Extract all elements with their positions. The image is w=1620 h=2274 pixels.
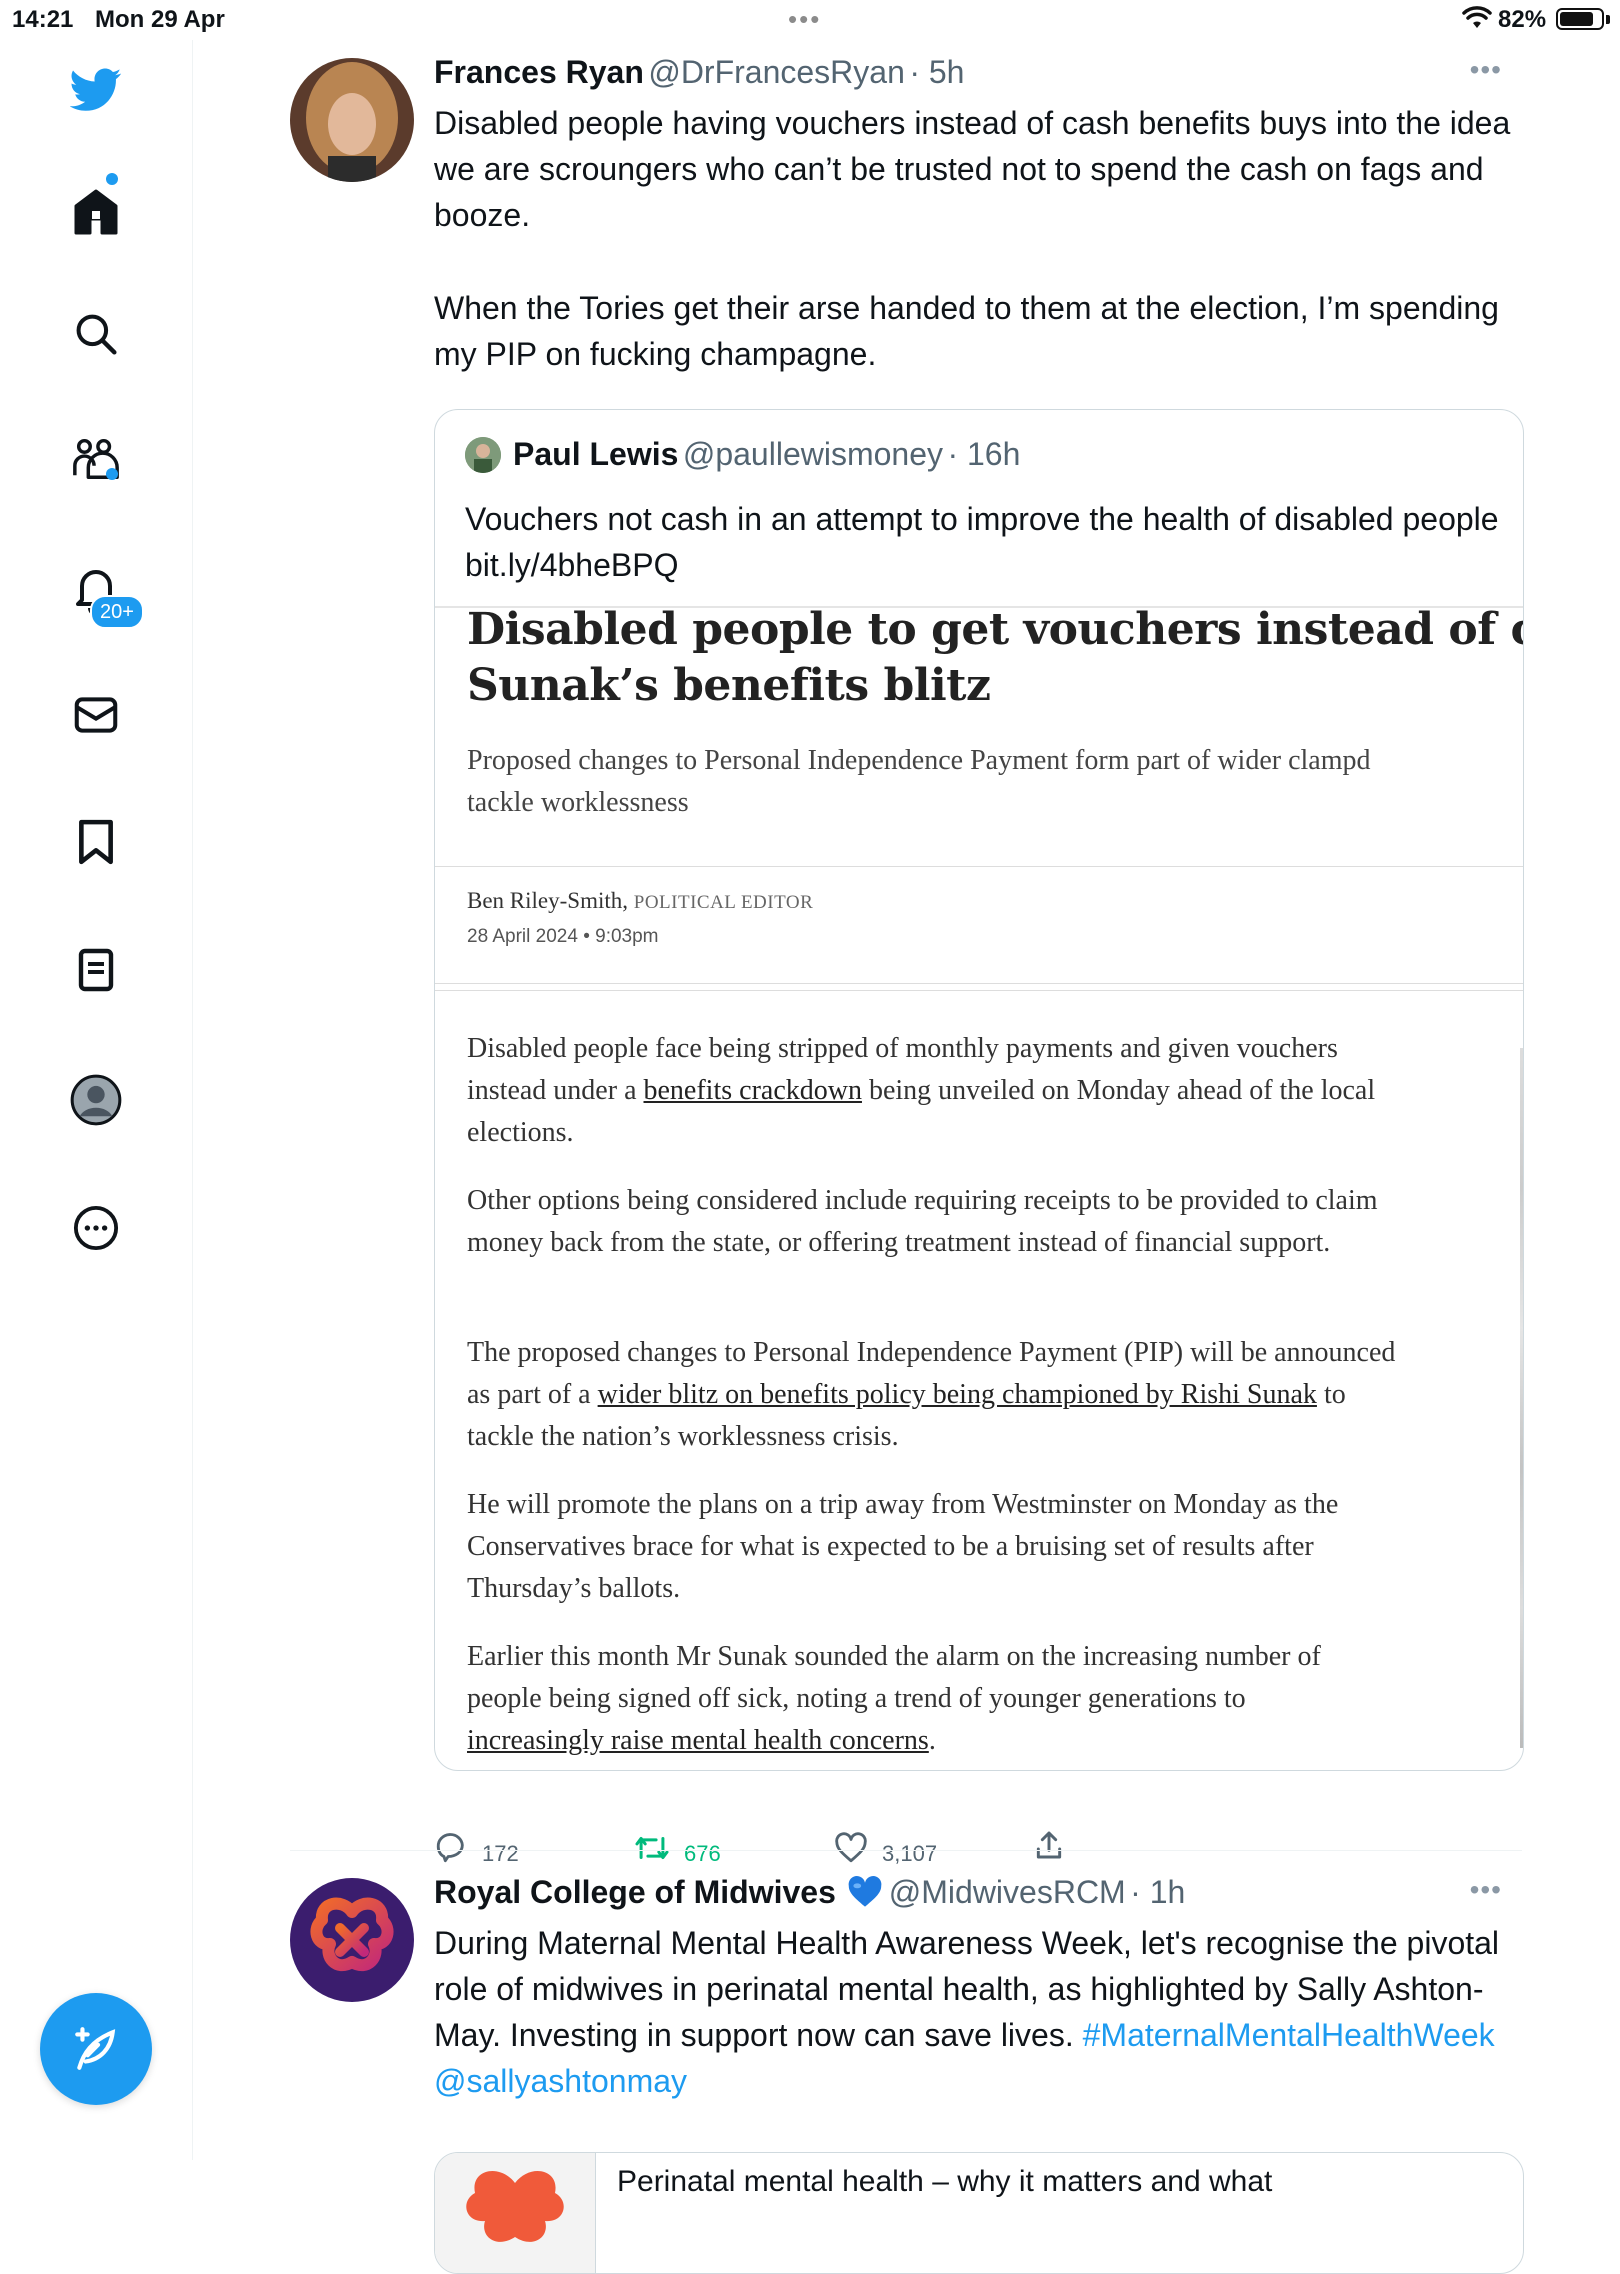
mention-link[interactable]: @sallyashtonmay bbox=[434, 2063, 687, 2099]
quote-time[interactable]: · 16h bbox=[947, 436, 1020, 473]
like-button[interactable]: 3,107 bbox=[834, 1829, 937, 1867]
article-text: Earlier this month Mr Sunak sounded the … bbox=[467, 1641, 1321, 1714]
reply-icon bbox=[436, 1833, 464, 1863]
article-author: Ben Riley-Smith, bbox=[467, 888, 628, 913]
author-name[interactable]: Frances Ryan bbox=[434, 54, 644, 90]
sidebar-nav: 20+ bbox=[0, 40, 193, 2160]
tweet-text-p1: Disabled people having vouchers instead … bbox=[434, 105, 1511, 233]
author-handle[interactable]: @MidwivesRCM bbox=[889, 1874, 1126, 1910]
article-edge-strip bbox=[1520, 1048, 1523, 1748]
tweet-time[interactable]: · 1h bbox=[1130, 1874, 1185, 1910]
tweet-time[interactable]: · 5h bbox=[909, 54, 964, 90]
article-author-role: POLITICAL EDITOR bbox=[633, 892, 814, 913]
twitter-bird-icon[interactable] bbox=[66, 60, 126, 120]
article-subtitle-line2: tackle worklessness bbox=[467, 787, 689, 818]
home-notification-dot bbox=[106, 173, 118, 185]
retweet-count: 676 bbox=[684, 1841, 721, 1866]
quote-author-name[interactable]: Paul Lewis bbox=[513, 436, 678, 473]
article-subtitle: Proposed changes to Personal Independenc… bbox=[467, 740, 1371, 824]
article-date: 28 April 2024 • 9:03pm bbox=[467, 926, 659, 947]
quote-author-handle[interactable]: @paullewismoney bbox=[683, 436, 943, 473]
tweet-more-icon[interactable]: ••• bbox=[1470, 54, 1502, 86]
compose-tweet-button[interactable] bbox=[40, 1993, 152, 2105]
tweet-actions: 172 676 3,107 bbox=[434, 1829, 1434, 1869]
tweet-divider bbox=[290, 1850, 1522, 1851]
divider bbox=[435, 866, 1523, 867]
battery-percent: 82% bbox=[1498, 6, 1547, 33]
article-paragraph: Disabled people face being stripped of m… bbox=[467, 1028, 1387, 1154]
article-link: benefits crackdown bbox=[643, 1075, 862, 1106]
avatar[interactable] bbox=[290, 1878, 414, 2002]
link-card-title: Perinatal mental health – why it matters… bbox=[617, 2165, 1273, 2198]
article-text: . bbox=[928, 1725, 936, 1756]
wifi-icon bbox=[1462, 6, 1492, 28]
tweet-header: Royal College of Midwives @MidwivesRCM ·… bbox=[434, 1874, 1185, 1911]
reply-button[interactable]: 172 bbox=[434, 1829, 519, 1867]
search-icon[interactable] bbox=[66, 304, 126, 364]
share-button[interactable] bbox=[1034, 1829, 1064, 1861]
author-name[interactable]: Royal College of Midwives bbox=[434, 1874, 836, 1910]
like-count: 3,107 bbox=[882, 1841, 938, 1866]
tweet-text: During Maternal Mental Health Awareness … bbox=[434, 1920, 1514, 2104]
link-card-thumbnail bbox=[435, 2153, 596, 2273]
profile-icon[interactable] bbox=[66, 1070, 126, 1130]
notifications-badge: 20+ bbox=[90, 595, 144, 629]
tweet-more-icon[interactable]: ••• bbox=[1470, 1874, 1502, 1906]
article-title-line2: Sunak’s benefits blitz bbox=[467, 660, 991, 711]
battery-icon bbox=[1556, 8, 1604, 30]
multitasking-dots-icon[interactable]: ••• bbox=[788, 4, 821, 35]
messages-icon[interactable] bbox=[66, 685, 126, 745]
article-link: wider blitz on benefits policy being cha… bbox=[597, 1379, 1317, 1410]
article-byline: Ben Riley-Smith, POLITICAL EDITOR bbox=[467, 888, 813, 914]
status-time: 14:21 bbox=[12, 6, 74, 33]
article-title-line1: Disabled people to get vouchers instead … bbox=[467, 604, 1523, 655]
quote-avatar[interactable] bbox=[465, 436, 501, 473]
compose-feather-icon bbox=[75, 2027, 116, 2070]
share-icon bbox=[1036, 1831, 1062, 1859]
quote-header: Paul Lewis @paullewismoney · 16h bbox=[465, 436, 1020, 473]
article-link: increasingly raise mental health concern… bbox=[467, 1725, 929, 1756]
communities-notification-dot bbox=[106, 468, 118, 480]
retweet-button[interactable]: 676 bbox=[634, 1829, 721, 1867]
quoted-tweet[interactable]: Paul Lewis @paullewismoney · 16h Voucher… bbox=[434, 409, 1524, 1771]
article-paragraph: Other options being considered include r… bbox=[467, 1185, 1378, 1258]
status-date: Mon 29 Apr bbox=[95, 6, 225, 33]
avatar[interactable] bbox=[290, 58, 414, 182]
article-screenshot: Disabled people to get vouchers instead … bbox=[435, 604, 1523, 1770]
tweet[interactable]: Royal College of Midwives @MidwivesRCM ·… bbox=[290, 1874, 1524, 2274]
divider bbox=[435, 990, 1523, 991]
heart-icon bbox=[835, 1832, 867, 1863]
hashtag-link[interactable]: #MaternalMentalHealthWeek bbox=[1083, 2017, 1495, 2053]
link-card[interactable]: Perinatal mental health – why it matters… bbox=[434, 2152, 1524, 2274]
tweet-header: Frances Ryan @DrFrancesRyan · 5h bbox=[434, 54, 964, 91]
retweet-icon bbox=[635, 1836, 669, 1860]
article-paragraph: Earlier this month Mr Sunak sounded the … bbox=[467, 1636, 1387, 1762]
divider bbox=[435, 983, 1523, 984]
blue-heart-icon bbox=[848, 1876, 882, 1907]
communities-icon[interactable] bbox=[66, 428, 126, 488]
reply-count: 172 bbox=[482, 1841, 519, 1866]
article-paragraph: He will promote the plans on a trip away… bbox=[467, 1489, 1339, 1604]
home-icon[interactable] bbox=[66, 182, 126, 242]
article-paragraph: The proposed changes to Personal Indepen… bbox=[467, 1332, 1407, 1458]
lists-icon[interactable] bbox=[66, 940, 126, 1000]
tweet[interactable]: Frances Ryan @DrFrancesRyan · 5h ••• Dis… bbox=[290, 54, 1524, 1866]
status-bar: 14:21 Mon 29 Apr ••• 82% bbox=[0, 0, 1620, 40]
quote-text: Vouchers not cash in an attempt to impro… bbox=[465, 501, 1499, 583]
author-handle[interactable]: @DrFrancesRyan bbox=[648, 54, 905, 90]
tweet-text-p2: When the Tories get their arse handed to… bbox=[434, 290, 1499, 372]
battery-tip bbox=[1606, 15, 1610, 24]
article-subtitle-line1: Proposed changes to Personal Independenc… bbox=[467, 745, 1371, 776]
more-icon[interactable] bbox=[66, 1198, 126, 1258]
article-title: Disabled people to get vouchers instead … bbox=[467, 602, 1523, 714]
bookmarks-icon[interactable] bbox=[66, 812, 126, 872]
